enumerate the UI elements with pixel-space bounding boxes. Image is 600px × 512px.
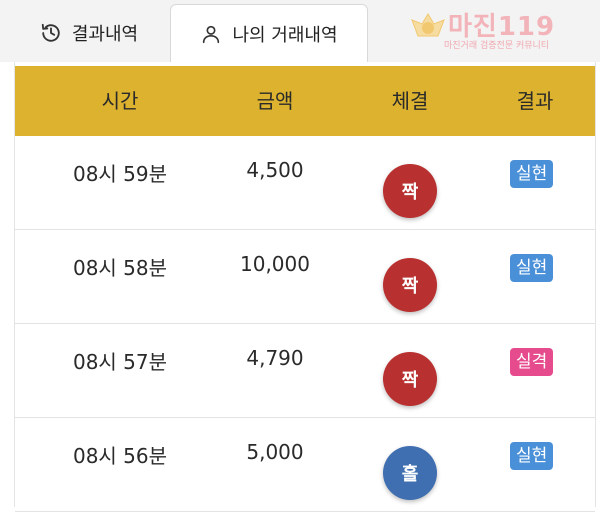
- time-cell: 08시 56분: [72, 444, 168, 468]
- table-row: 08시 56분 5,000 홀 실현: [15, 418, 595, 512]
- amount-cell: 5,000: [246, 440, 304, 464]
- trade-history-panel: 시간 금액 체결 결과 08시 59분 4,500 짝 실현 08시 58분 1…: [14, 62, 596, 512]
- emblem-icon: [411, 13, 445, 37]
- header-amount: 금액: [256, 89, 294, 113]
- amount-cell: 4,790: [246, 346, 304, 370]
- table-row: 08시 59분 4,500 짝 실현: [15, 136, 595, 230]
- history-icon: [40, 22, 62, 44]
- tab-results[interactable]: 결과내역: [10, 4, 168, 62]
- call-ball: 짝: [383, 352, 437, 406]
- call-ball: 홀: [383, 446, 437, 500]
- amount-cell: 4,500: [246, 158, 304, 182]
- result-badge: 실현: [510, 254, 554, 282]
- result-badge: 실격: [510, 348, 554, 376]
- header-time: 시간: [101, 89, 139, 113]
- tab-my-trades[interactable]: 나의 거래내역: [170, 4, 368, 62]
- amount-cell: 10,000: [240, 252, 310, 276]
- time-cell: 08시 58분: [72, 256, 168, 280]
- call-ball: 짝: [383, 258, 437, 312]
- tab-bar: 결과내역 나의 거래내역 마진119 마진거래 검증전문 커뮤니티: [0, 0, 600, 62]
- result-badge: 실현: [510, 160, 554, 188]
- result-badge: 실현: [510, 442, 554, 470]
- tab-results-label: 결과내역: [71, 24, 139, 45]
- time-cell: 08시 57분: [72, 350, 168, 374]
- table-row: 08시 58분 10,000 짝 실현: [15, 230, 595, 324]
- watermark-subtitle: 마진거래 검증전문 커뮤니티: [444, 41, 550, 51]
- table-header: 시간 금액 체결 결과: [15, 66, 595, 136]
- watermark-logo: 마진119 마진거래 검증전문 커뮤니티: [408, 6, 594, 54]
- user-icon: [200, 23, 222, 45]
- time-cell: 08시 59분: [72, 162, 168, 186]
- table-row: 08시 57분 4,790 짝 실격: [15, 324, 595, 418]
- header-result: 결과: [516, 89, 554, 113]
- call-ball: 짝: [383, 164, 437, 218]
- tab-my-trades-label: 나의 거래내역: [232, 24, 338, 46]
- header-call: 체결: [391, 89, 429, 113]
